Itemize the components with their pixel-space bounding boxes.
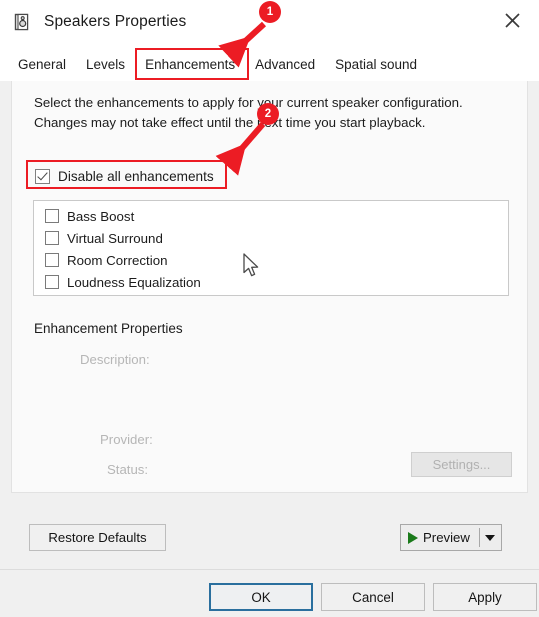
checkbox-box[interactable] <box>45 275 59 289</box>
close-icon[interactable] <box>491 2 533 38</box>
provider-label: Provider: <box>100 432 153 447</box>
checkbox-box[interactable] <box>45 231 59 245</box>
enhancement-label: Room Correction <box>67 252 168 268</box>
annotation-badge-1: 1 <box>260 2 280 22</box>
enhancement-properties-heading: Enhancement Properties <box>34 321 183 336</box>
preview-button[interactable]: Preview <box>401 525 479 550</box>
annotation-badge-2: 2 <box>258 104 278 124</box>
speakers-properties-dialog: Speakers Properties General Levels Enhan… <box>0 0 539 617</box>
mouse-cursor <box>243 253 261 279</box>
checkbox-box[interactable] <box>45 253 59 267</box>
enhancement-label: Loudness Equalization <box>67 274 201 290</box>
disable-all-enhancements-checkbox[interactable]: Disable all enhancements <box>35 169 214 184</box>
checkbox-box[interactable] <box>45 209 59 223</box>
checkbox-box <box>35 169 50 184</box>
settings-button[interactable]: Settings... <box>411 452 512 477</box>
tab-levels[interactable]: Levels <box>76 53 135 81</box>
cancel-button[interactable]: Cancel <box>321 583 425 611</box>
tab-strip: General Levels Enhancements Advanced Spa… <box>0 44 539 81</box>
enhancements-tab-panel: Select the enhancements to apply for you… <box>11 81 528 493</box>
play-icon <box>408 531 418 544</box>
disable-all-enhancements-label: Disable all enhancements <box>58 169 214 184</box>
tab-advanced[interactable]: Advanced <box>245 53 325 81</box>
enhancements-list[interactable]: Bass Boost Virtual Surround Room Correct… <box>33 200 509 296</box>
preview-split-button[interactable]: Preview <box>400 524 502 551</box>
footer-divider <box>0 569 539 570</box>
tab-enhancements[interactable]: Enhancements <box>135 53 246 81</box>
preview-dropdown-button[interactable] <box>480 525 501 550</box>
chevron-down-icon <box>485 534 496 541</box>
enhancement-label: Virtual Surround <box>67 230 163 246</box>
restore-defaults-button[interactable]: Restore Defaults <box>29 524 166 551</box>
window-title: Speakers Properties <box>44 13 187 30</box>
tab-spatial-sound[interactable]: Spatial sound <box>325 53 427 81</box>
list-item[interactable]: Virtual Surround <box>34 227 508 249</box>
speaker-icon <box>14 13 32 31</box>
enhancement-label: Bass Boost <box>67 208 135 224</box>
description-label: Description: <box>80 352 150 367</box>
list-item[interactable]: Bass Boost <box>34 205 508 227</box>
ok-button[interactable]: OK <box>209 583 313 611</box>
apply-button[interactable]: Apply <box>433 583 537 611</box>
tab-general[interactable]: General <box>8 53 76 81</box>
status-label: Status: <box>107 462 149 477</box>
list-item[interactable]: Room Correction <box>34 249 508 271</box>
list-item[interactable]: Loudness Equalization <box>34 271 508 293</box>
preview-label: Preview <box>423 530 470 545</box>
